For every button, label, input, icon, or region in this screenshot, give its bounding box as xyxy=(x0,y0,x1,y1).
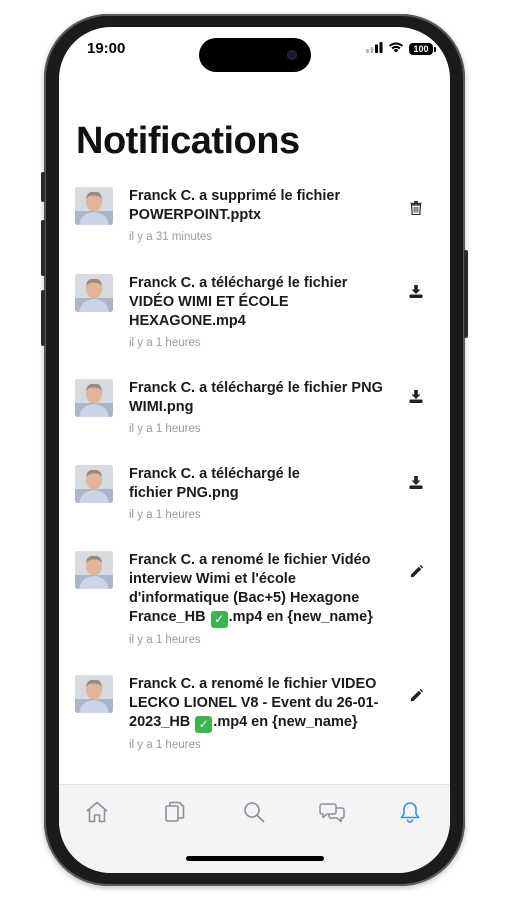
avatar xyxy=(75,551,113,589)
check-mark-icon: ✓ xyxy=(210,611,228,628)
camera-icon xyxy=(287,50,297,60)
download-icon[interactable] xyxy=(408,474,424,490)
status-time: 19:00 xyxy=(87,40,126,57)
avatar xyxy=(75,379,113,417)
notification-time: il y a 1 heures xyxy=(129,337,201,349)
notification-item[interactable]: Franck C. a supprimé le fichier POWERPOI… xyxy=(59,187,450,247)
notification-text: Franck C. a supprimé le fichier POWERPOI… xyxy=(129,188,341,223)
pencil-icon[interactable] xyxy=(408,563,424,579)
notification-item[interactable]: Franck C. a renomé le fichier VIDEO LECK… xyxy=(59,675,450,775)
chat-icon xyxy=(319,803,345,823)
status-icons: 100 xyxy=(366,40,436,58)
notification-body: Franck C. a renomé le fichier VIDEO LECK… xyxy=(129,675,389,751)
trash-icon[interactable] xyxy=(408,200,424,216)
notification-text-suffix: .mp4 en {new_name} xyxy=(213,714,358,730)
tab-search[interactable] xyxy=(241,799,267,825)
notification-item[interactable]: Franck C. a téléchargé le fichier PNG WI… xyxy=(59,379,450,441)
avatar xyxy=(75,675,113,713)
tab-home[interactable] xyxy=(84,799,110,825)
tab-notifications[interactable] xyxy=(397,799,423,825)
notification-text: Franck C. a téléchargé le fichier VIDÉO … xyxy=(129,275,348,329)
notification-body: Franck C. a téléchargé le fichier PNG.pn… xyxy=(129,465,319,521)
notification-time: il y a 31 minutes xyxy=(129,231,213,243)
notification-text: Franck C. a renomé le fichier Vidéo inte… xyxy=(129,551,389,628)
notification-time: il y a 1 heures xyxy=(129,509,201,521)
notification-text-suffix: .mp4 en {new_name} xyxy=(228,609,373,625)
notification-item[interactable]: Franck C. a téléchargé le fichier PNG.pn… xyxy=(59,465,450,527)
home-icon xyxy=(86,801,108,823)
avatar xyxy=(75,274,113,312)
documents-icon xyxy=(165,801,185,822)
notification-body: Franck C. a téléchargé le fichier PNG WI… xyxy=(129,379,389,435)
tab-documents[interactable] xyxy=(162,799,188,825)
notification-text: Franck C. a téléchargé le fichier PNG.pn… xyxy=(129,466,300,501)
mute-switch xyxy=(41,172,45,202)
cellular-signal-icon xyxy=(366,40,383,58)
power-button xyxy=(464,250,468,338)
check-mark-icon: ✓ xyxy=(195,716,213,733)
notification-body: Franck C. a renomé le fichier Vidéo inte… xyxy=(129,551,389,646)
notification-time: il y a 1 heures xyxy=(129,634,201,646)
dynamic-island xyxy=(199,38,311,72)
page-title: Notifications xyxy=(76,120,300,162)
volume-up-button xyxy=(41,220,45,276)
battery-tip xyxy=(434,46,436,52)
download-icon[interactable] xyxy=(408,388,424,404)
battery-level: 100 xyxy=(409,43,433,55)
avatar xyxy=(75,465,113,503)
phone-screen: 19:00 100 Notifications Franck C. a supp… xyxy=(59,27,450,873)
home-indicator[interactable] xyxy=(186,856,324,861)
app-screenshot: 19:00 100 Notifications Franck C. a supp… xyxy=(0,0,507,900)
tab-chat[interactable] xyxy=(319,799,345,825)
wifi-icon xyxy=(388,40,404,58)
download-icon[interactable] xyxy=(408,283,424,299)
notification-body: Franck C. a téléchargé le fichier VIDÉO … xyxy=(129,274,389,349)
notification-time: il y a 1 heures xyxy=(129,423,201,435)
avatar xyxy=(75,187,113,225)
notification-item[interactable]: Franck C. a téléchargé le fichier VIDÉO … xyxy=(59,274,450,354)
notification-time: il y a 1 heures xyxy=(129,739,201,751)
notification-text: Franck C. a téléchargé le fichier PNG WI… xyxy=(129,380,383,415)
volume-down-button xyxy=(41,290,45,346)
search-icon xyxy=(244,802,265,823)
bell-icon xyxy=(400,802,420,823)
pencil-icon[interactable] xyxy=(408,687,424,703)
notification-text: Franck C. a renomé le fichier VIDEO LECK… xyxy=(129,675,389,733)
notification-item[interactable]: Franck C. a renomé le fichier Vidéo inte… xyxy=(59,551,450,651)
notification-body: Franck C. a supprimé le fichier POWERPOI… xyxy=(129,187,389,243)
battery-indicator: 100 xyxy=(409,43,436,55)
